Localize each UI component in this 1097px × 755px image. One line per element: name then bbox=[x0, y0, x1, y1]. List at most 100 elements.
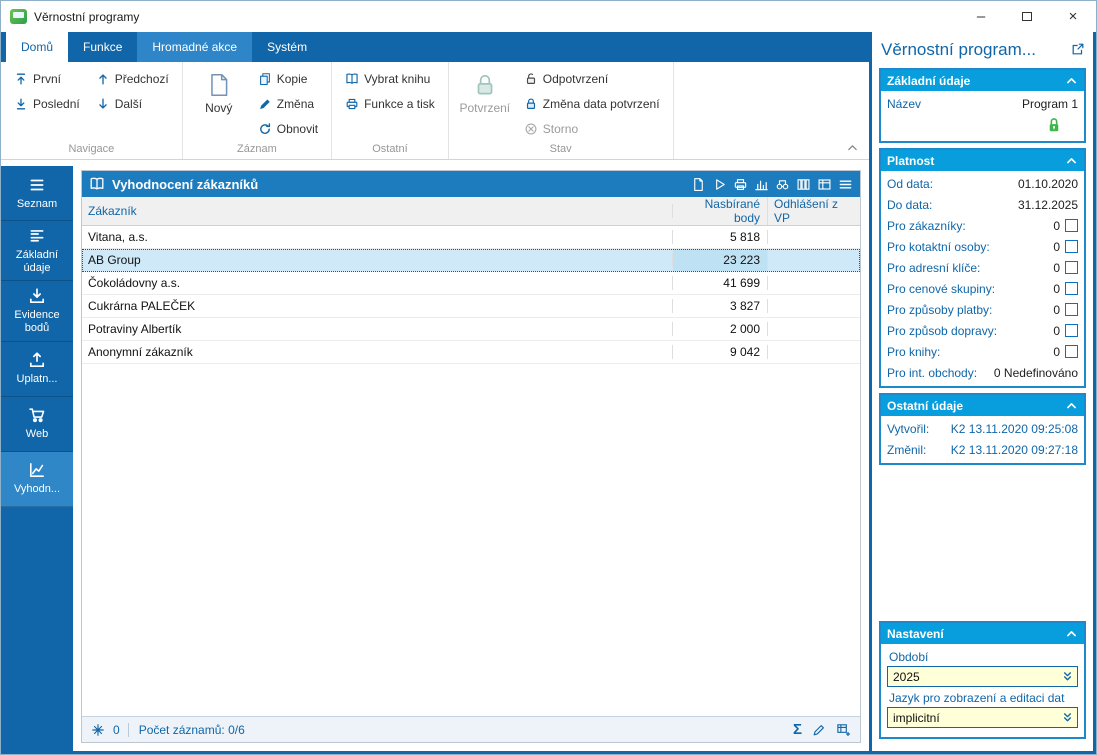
print-icon bbox=[345, 97, 359, 111]
period-dropdown[interactable]: 2025 bbox=[887, 666, 1078, 687]
cell-points: 5 818 bbox=[673, 230, 768, 244]
sidebar-item-uplatneni[interactable]: Uplatn... bbox=[1, 342, 73, 397]
list-icon bbox=[28, 176, 46, 194]
field-row: Od data: 01.10.2020 bbox=[887, 173, 1078, 194]
print-icon[interactable] bbox=[733, 177, 748, 192]
field-value: K2 13.11.2020 09:25:08 bbox=[950, 421, 1078, 436]
checkbox[interactable] bbox=[1065, 261, 1078, 274]
sidebar-item-vyhodnoceni[interactable]: Vyhodn... bbox=[1, 451, 73, 507]
arrow-up-icon bbox=[96, 72, 110, 86]
select-book-icon bbox=[345, 72, 359, 86]
table-row[interactable]: Potraviny Albertík 2 000 bbox=[82, 318, 860, 341]
sidebar-item-web[interactable]: Web bbox=[1, 397, 73, 452]
sidebar-item-evidence-bodu[interactable]: Evidence bodů bbox=[1, 281, 73, 342]
checkbox[interactable] bbox=[1065, 303, 1078, 316]
ribbon-group-label: Záznam bbox=[237, 143, 277, 155]
checkbox[interactable] bbox=[1065, 345, 1078, 358]
section-header-platnost[interactable]: Platnost bbox=[881, 150, 1084, 171]
field-label: Vytvořil: bbox=[887, 421, 930, 436]
points-in-icon bbox=[28, 287, 46, 305]
checkbox[interactable] bbox=[1065, 282, 1078, 295]
field-label: Pro int. obchody: bbox=[887, 365, 978, 380]
minimize-button[interactable]: – bbox=[958, 1, 1004, 32]
previous-button[interactable]: Předchozí bbox=[90, 66, 175, 91]
menu-icon[interactable] bbox=[838, 177, 853, 192]
checkbox[interactable] bbox=[1065, 219, 1078, 232]
dropdown-icon bbox=[1061, 670, 1074, 683]
tab-domu[interactable]: Domů bbox=[6, 32, 69, 62]
collapse-ribbon-icon[interactable] bbox=[846, 141, 859, 154]
sidebar-item-zakladni-udaje[interactable]: Základní údaje bbox=[1, 221, 73, 282]
field-label: Pro způsob dopravy: bbox=[887, 323, 998, 338]
unconfirm-button[interactable]: Odpotvrzení bbox=[518, 66, 666, 91]
functions-print-button[interactable]: Funkce a tisk bbox=[339, 91, 441, 116]
sidebar-item-seznam[interactable]: Seznam bbox=[1, 166, 73, 221]
panel-book-icon bbox=[89, 176, 105, 192]
storno-button[interactable]: Storno bbox=[518, 116, 666, 141]
column-header-optout[interactable]: Odhlášení z VP bbox=[768, 197, 860, 225]
tab-system[interactable]: Systém bbox=[252, 32, 322, 62]
tab-hromadne-akce[interactable]: Hromadné akce bbox=[137, 32, 253, 62]
change-confirm-date-button[interactable]: Změna data potvrzení bbox=[518, 91, 666, 116]
first-button[interactable]: První bbox=[8, 66, 86, 91]
checkbox[interactable] bbox=[1065, 240, 1078, 253]
section-header-ostatni[interactable]: Ostatní údaje bbox=[881, 395, 1084, 416]
collapse-chevron-icon bbox=[1065, 74, 1078, 87]
run-icon[interactable] bbox=[712, 177, 727, 192]
select-book-button[interactable]: Vybrat knihu bbox=[339, 66, 441, 91]
unconfirm-lock-icon bbox=[524, 72, 538, 86]
table-row[interactable]: Cukrárna PALEČEK 3 827 bbox=[82, 295, 860, 318]
storno-label: Storno bbox=[542, 121, 579, 136]
ribbon-group-stav: Potvrzení Odpotvrzení Změna data potvrze… bbox=[449, 62, 674, 159]
refresh-button[interactable]: Obnovit bbox=[252, 116, 324, 141]
new-button[interactable]: Nový bbox=[190, 66, 248, 115]
filter-flake-icon[interactable] bbox=[91, 723, 105, 737]
field-value: 01.10.2020 bbox=[1017, 176, 1078, 191]
table-row-selected[interactable]: AB Group 23 223 bbox=[82, 249, 860, 272]
table-row[interactable]: Anonymní zákazník 9 042 bbox=[82, 341, 860, 364]
cell-points: 3 827 bbox=[673, 299, 768, 313]
edit-icon[interactable] bbox=[812, 723, 826, 737]
chart-icon[interactable] bbox=[754, 177, 769, 192]
tab-funkce[interactable]: Funkce bbox=[68, 32, 137, 62]
field-value: 0 Nedefinováno bbox=[993, 365, 1078, 380]
field-label: Pro kotaktní osoby: bbox=[887, 239, 990, 254]
new-page-icon[interactable] bbox=[691, 177, 706, 192]
view-switch-icon[interactable] bbox=[817, 177, 832, 192]
maximize-icon bbox=[1022, 12, 1032, 21]
field-row: Pro cenové skupiny: 0 bbox=[887, 278, 1078, 299]
table-row[interactable]: Čokoládovny a.s. 41 699 bbox=[82, 272, 860, 295]
collapse-chevron-icon bbox=[1065, 154, 1078, 167]
column-header-customer[interactable]: Zákazník bbox=[82, 204, 673, 218]
close-button[interactable]: × bbox=[1050, 1, 1096, 32]
table-row[interactable]: Vitana, a.s. 5 818 bbox=[82, 226, 860, 249]
flag-count: 0 bbox=[113, 722, 120, 737]
previous-label: Předchozí bbox=[114, 71, 169, 86]
grid-copy-icon[interactable] bbox=[836, 722, 851, 737]
next-button[interactable]: Další bbox=[90, 91, 175, 116]
confirm-button[interactable]: Potvrzení bbox=[456, 66, 514, 115]
columns-icon[interactable] bbox=[796, 177, 811, 192]
section-header-nastaveni[interactable]: Nastavení bbox=[881, 623, 1084, 644]
change-button[interactable]: Změna bbox=[252, 91, 324, 116]
table-column-headers: Zákazník Nasbírané body Odhlášení z VP bbox=[82, 197, 860, 226]
binoculars-icon[interactable] bbox=[775, 177, 790, 192]
copy-button[interactable]: Kopie bbox=[252, 66, 324, 91]
section-header-zakladni[interactable]: Základní údaje bbox=[881, 70, 1084, 91]
panel-toolbar bbox=[691, 177, 853, 192]
section-platnost: Platnost Od data: 01.10.2020 Do data: 31… bbox=[879, 148, 1086, 388]
language-dropdown[interactable]: implicitní bbox=[887, 707, 1078, 728]
column-header-points[interactable]: Nasbírané body bbox=[673, 197, 768, 225]
sum-icon[interactable]: Σ bbox=[793, 721, 802, 738]
last-button[interactable]: Poslední bbox=[8, 91, 86, 116]
field-value: Program 1 bbox=[1021, 96, 1078, 111]
status-bar: 0 Počet záznamů: 0/6 Σ bbox=[82, 716, 860, 742]
checkbox[interactable] bbox=[1065, 324, 1078, 337]
external-link-icon[interactable] bbox=[1071, 42, 1085, 56]
cell-customer: Vitana, a.s. bbox=[82, 230, 673, 244]
ribbon-group-ostatni: Vybrat knihu Funkce a tisk Ostatní bbox=[332, 62, 449, 159]
field-value: 0 bbox=[1053, 218, 1060, 233]
maximize-button[interactable] bbox=[1004, 1, 1050, 32]
detail-title-row: Věrnostní program... bbox=[879, 37, 1086, 68]
copy-label: Kopie bbox=[276, 71, 308, 86]
